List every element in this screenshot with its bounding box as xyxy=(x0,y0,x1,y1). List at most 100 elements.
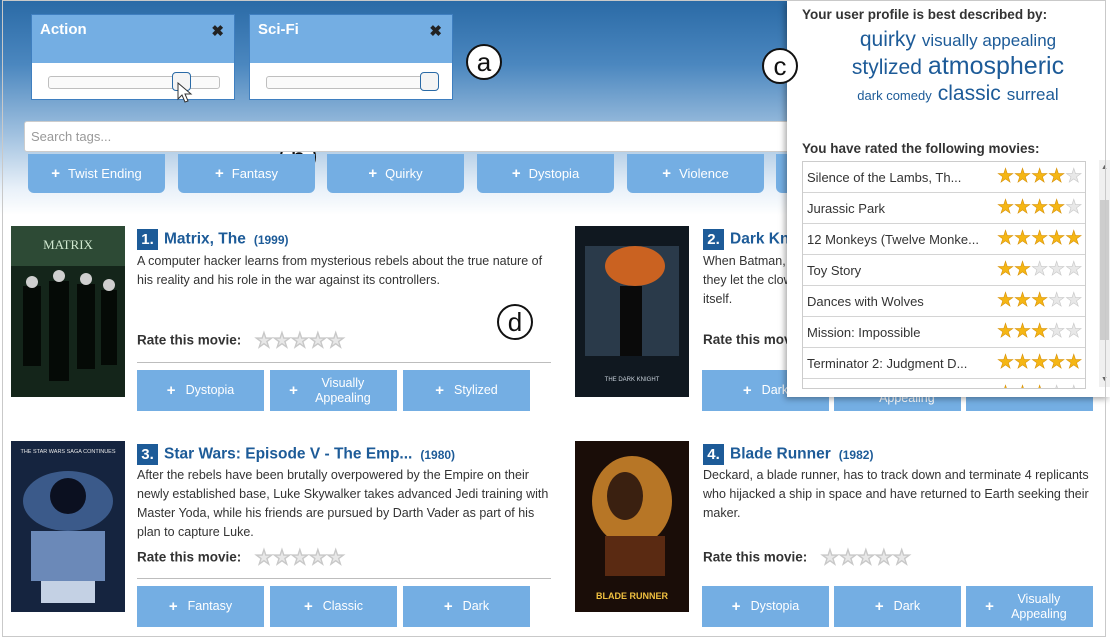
star-icon[interactable]: ★ xyxy=(1014,322,1032,342)
star-icon[interactable]: ★ xyxy=(1065,229,1083,249)
movie-tag-button[interactable]: + Dark xyxy=(403,586,530,627)
star-rating[interactable]: ★★★★★ xyxy=(997,229,1083,249)
star-icon[interactable]: ★ xyxy=(1048,167,1066,187)
star-icon[interactable]: ★ xyxy=(1031,198,1049,218)
rated-movie-row[interactable]: Terminator 2: Judgment D... ★★★★★ xyxy=(803,348,1085,379)
star-rating[interactable]: ★★★★★ xyxy=(997,353,1083,373)
star-icon[interactable]: ★ xyxy=(997,198,1015,218)
star-icon[interactable]: ★ xyxy=(1031,384,1049,388)
movie-poster-dark-knight[interactable]: THE DARK KNIGHT xyxy=(575,226,689,397)
rated-movie-row[interactable]: Dances with Wolves ★★★★★ xyxy=(803,286,1085,317)
star-icon[interactable]: ★ xyxy=(255,548,274,569)
slider-track[interactable] xyxy=(266,72,439,91)
star-rating-input[interactable]: ★★★★★ xyxy=(255,548,345,569)
star-icon[interactable]: ★ xyxy=(1014,384,1032,388)
rated-movies-list[interactable]: Silence of the Lambs, Th... ★★★★★ Jurassic… xyxy=(802,161,1086,389)
star-icon[interactable]: ★ xyxy=(875,548,894,569)
star-icon[interactable]: ★ xyxy=(1031,291,1049,311)
movie-tag-button[interactable]: + Visually Appealing xyxy=(270,370,397,411)
movie-poster-empire-strikes-back[interactable]: THE STAR WARS SAGA CONTINUES xyxy=(11,441,125,612)
star-icon[interactable]: ★ xyxy=(1048,353,1066,373)
star-icon[interactable]: ★ xyxy=(997,167,1015,187)
star-icon[interactable]: ★ xyxy=(997,291,1015,311)
movie-title-1[interactable]: 1. Matrix, The (1999) xyxy=(137,229,289,250)
star-icon[interactable]: ★ xyxy=(1014,198,1032,218)
movie-tag-button[interactable]: + Dystopia xyxy=(702,586,829,627)
star-icon[interactable]: ★ xyxy=(821,548,840,569)
star-icon[interactable]: ★ xyxy=(1048,322,1066,342)
rated-movie-row[interactable]: Toy Story ★★★★★ xyxy=(803,255,1085,286)
star-icon[interactable]: ★ xyxy=(1031,322,1049,342)
star-icon[interactable]: ★ xyxy=(1065,167,1083,187)
add-tag-button-twist-ending[interactable]: + Twist Ending xyxy=(28,154,165,193)
star-icon[interactable]: ★ xyxy=(1014,167,1032,187)
star-icon[interactable]: ★ xyxy=(273,331,292,352)
star-icon[interactable]: ★ xyxy=(255,331,274,352)
star-icon[interactable]: ★ xyxy=(1014,229,1032,249)
star-icon[interactable]: ★ xyxy=(892,548,911,569)
star-icon[interactable]: ★ xyxy=(997,353,1015,373)
close-icon[interactable]: ✖ xyxy=(429,22,442,40)
star-icon[interactable]: ★ xyxy=(1031,167,1049,187)
star-icon[interactable]: ★ xyxy=(309,331,328,352)
star-icon[interactable]: ★ xyxy=(839,548,858,569)
add-tag-button-quirky[interactable]: + Quirky xyxy=(327,154,464,193)
star-rating[interactable]: ★★★★★ xyxy=(997,291,1083,311)
rated-movie-row[interactable]: 12 Monkeys (Twelve Monke... ★★★★★ xyxy=(803,224,1085,255)
star-icon[interactable]: ★ xyxy=(291,331,310,352)
star-icon[interactable]: ★ xyxy=(1065,322,1083,342)
scroll-up-icon[interactable]: ▲ xyxy=(1101,164,1108,171)
star-icon[interactable]: ★ xyxy=(273,548,292,569)
star-icon[interactable]: ★ xyxy=(1048,198,1066,218)
star-icon[interactable]: ★ xyxy=(1014,260,1032,280)
rated-movie-row[interactable]: Silence of the Lambs, Th... ★★★★★ xyxy=(803,162,1085,193)
slider-thumb[interactable] xyxy=(420,72,439,91)
star-icon[interactable]: ★ xyxy=(309,548,328,569)
star-icon[interactable]: ★ xyxy=(1065,384,1083,388)
scroll-down-icon[interactable]: ▼ xyxy=(1101,376,1108,383)
star-icon[interactable]: ★ xyxy=(997,384,1015,388)
movie-tag-button[interactable]: + Dystopia xyxy=(137,370,264,411)
star-icon[interactable]: ★ xyxy=(1014,353,1032,373)
add-tag-button-dystopia[interactable]: + Dystopia xyxy=(477,154,614,193)
star-icon[interactable]: ★ xyxy=(326,331,345,352)
star-icon[interactable]: ★ xyxy=(326,548,345,569)
star-rating[interactable]: ★★★★★ xyxy=(997,260,1083,280)
movie-poster-matrix[interactable]: MATRIX xyxy=(11,226,125,397)
movie-poster-blade-runner[interactable]: BLADE RUNNER xyxy=(575,441,689,612)
star-icon[interactable]: ★ xyxy=(1048,260,1066,280)
rated-movie-row[interactable]: Jurassic Park ★★★★★ xyxy=(803,193,1085,224)
star-icon[interactable]: ★ xyxy=(1031,229,1049,249)
rated-movie-row[interactable]: Mission: Impossible ★★★★★ xyxy=(803,317,1085,348)
star-icon[interactable]: ★ xyxy=(857,548,876,569)
star-icon[interactable]: ★ xyxy=(1065,260,1083,280)
star-rating-input[interactable]: ★★★★★ xyxy=(255,331,345,352)
rated-movie-row[interactable]: Independence Day (a.k.a...★★★★★ xyxy=(803,379,1085,388)
star-icon[interactable]: ★ xyxy=(1048,384,1066,388)
movie-tag-button[interactable]: + Fantasy xyxy=(137,586,264,627)
close-icon[interactable]: ✖ xyxy=(211,22,224,40)
star-icon[interactable]: ★ xyxy=(291,548,310,569)
star-icon[interactable]: ★ xyxy=(1065,291,1083,311)
movie-tag-button[interactable]: + Classic xyxy=(270,586,397,627)
scrollbar-thumb[interactable] xyxy=(1100,200,1109,340)
star-rating[interactable]: ★★★★★ xyxy=(997,198,1083,218)
star-icon[interactable]: ★ xyxy=(1065,198,1083,218)
star-icon[interactable]: ★ xyxy=(997,260,1015,280)
movie-tag-button[interactable]: + Visually Appealing xyxy=(966,586,1093,627)
movie-tag-button[interactable]: + Dark xyxy=(834,586,961,627)
movie-title-4[interactable]: 4. Blade Runner (1982) xyxy=(703,444,873,465)
star-rating[interactable]: ★★★★★ xyxy=(997,322,1083,342)
star-rating-input[interactable]: ★★★★★ xyxy=(821,548,911,569)
star-icon[interactable]: ★ xyxy=(1031,260,1049,280)
add-tag-button-violence[interactable]: + Violence xyxy=(627,154,764,193)
search-tags-input[interactable] xyxy=(24,121,814,152)
movie-tag-button[interactable]: + Stylized xyxy=(403,370,530,411)
star-icon[interactable]: ★ xyxy=(1048,229,1066,249)
star-icon[interactable]: ★ xyxy=(1048,291,1066,311)
star-icon[interactable]: ★ xyxy=(1014,291,1032,311)
star-rating[interactable]: ★★★★★ xyxy=(997,384,1083,388)
star-icon[interactable]: ★ xyxy=(1031,353,1049,373)
movie-title-3[interactable]: 3. Star Wars: Episode V - The Emp... (1980… xyxy=(137,444,455,465)
add-tag-button-fantasy[interactable]: + Fantasy xyxy=(178,154,315,193)
